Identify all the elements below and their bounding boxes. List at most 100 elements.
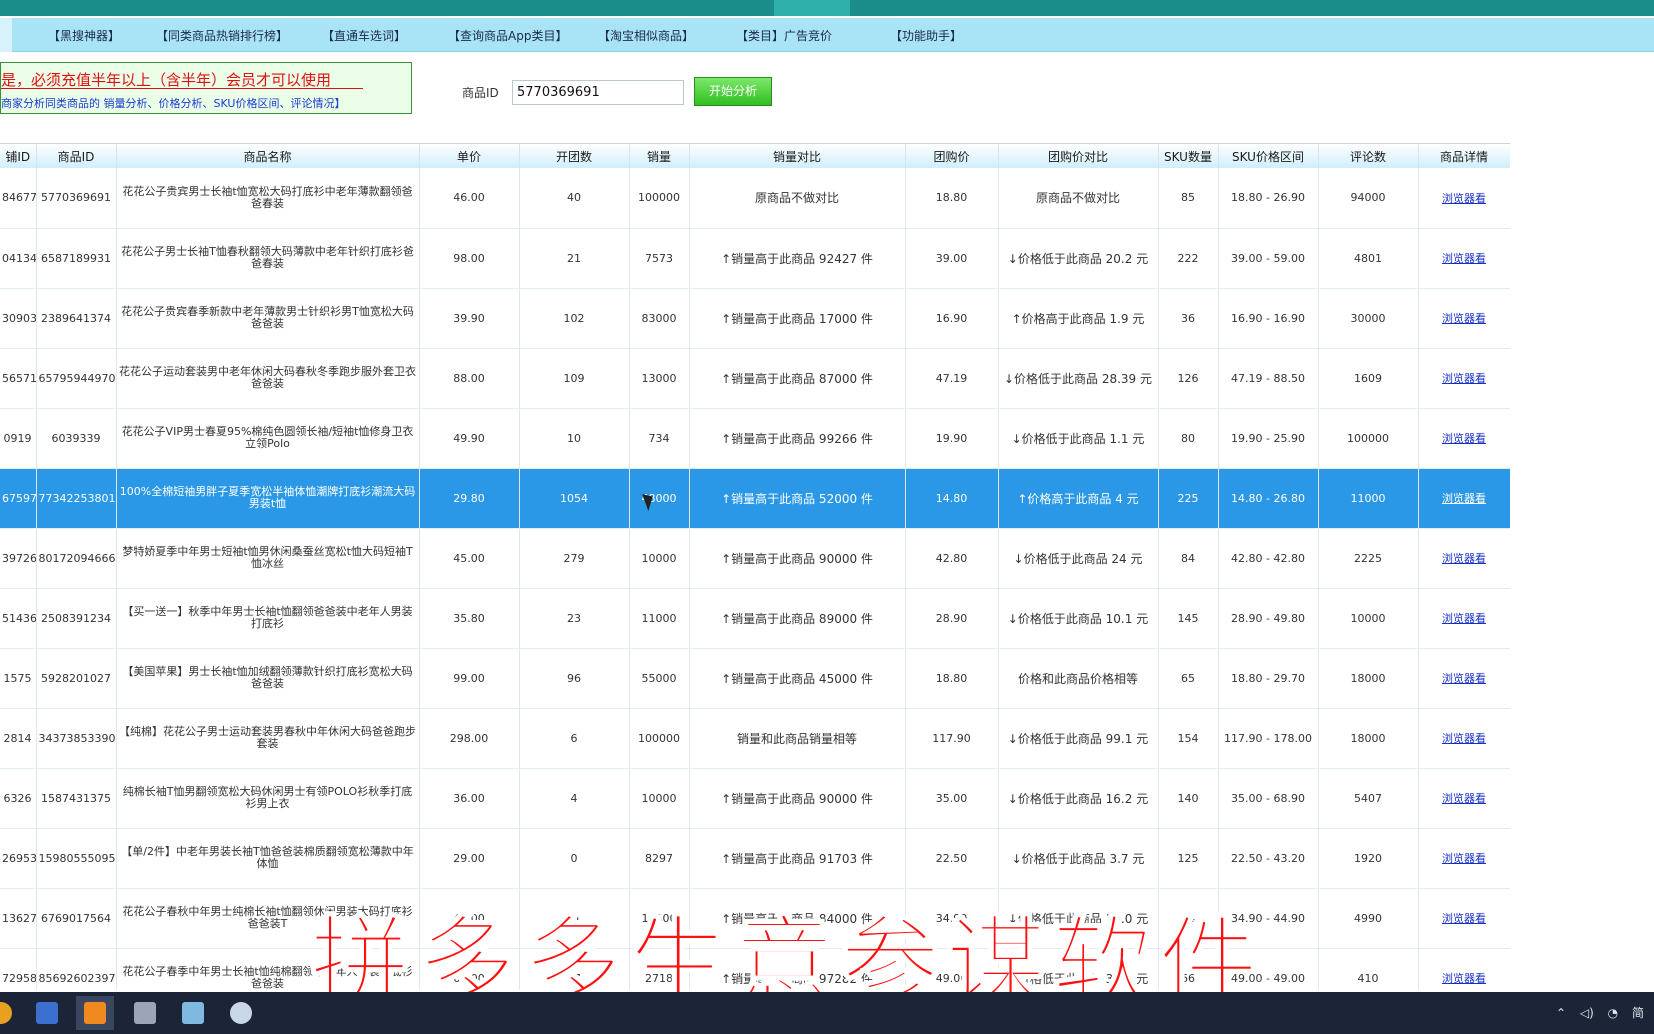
cell-sales-compare: ↑销量高于此商品 45000 件 bbox=[689, 648, 906, 709]
save-icon[interactable] bbox=[126, 996, 164, 1030]
cell-sales-compare: ↑销量高于此商品 91703 件 bbox=[689, 828, 906, 889]
nav-item-helper[interactable]: 【功能助手】 bbox=[890, 27, 962, 44]
browser-view-link[interactable]: 浏览器看 bbox=[1442, 552, 1486, 565]
table-row[interactable]: 51436 2508391234 【买一送一】秋季中年男士长袖t恤翻领爸爸装中老年人… bbox=[0, 588, 1510, 649]
function-nav-bar: 【黑搜神器】 【同类商品热销排行榜】 【直通车选词】 【查询商品App类目】 【… bbox=[0, 18, 1654, 52]
table-row[interactable]: 30903 2389641374 花花公子贵宾春季新款中老年薄款男士针织衫男T恤宽松… bbox=[0, 288, 1510, 349]
product-id-input[interactable] bbox=[512, 80, 684, 105]
col-header-sales[interactable]: 销量 bbox=[629, 144, 690, 168]
cell-sales: 8297 bbox=[629, 828, 690, 889]
notice-line-2: 商家分析同类商品的 销量分析、价格分析、SKU价格区间、评论情况】 bbox=[1, 97, 346, 110]
cell-sku-range: 18.80 - 29.70 bbox=[1218, 648, 1319, 709]
browser-view-link[interactable]: 浏览器看 bbox=[1442, 792, 1486, 805]
cell-product-name: 花花公子男士长袖T恤春秋翻领大码薄款中老年针织打底衫爸爸春装 bbox=[116, 228, 420, 289]
table-row[interactable]: 1575 5928201027 【美国苹果】男士长袖t恤加绒翻领薄款针织打底衫宽松大… bbox=[0, 648, 1510, 709]
nav-item-keyword-select[interactable]: 【直通车选词】 bbox=[322, 27, 406, 44]
cell-group-count: 6 bbox=[519, 708, 630, 769]
col-header-sku-count[interactable]: SKU数量 bbox=[1158, 144, 1219, 168]
cell-shop-id: 26953 bbox=[0, 828, 37, 889]
nav-item-black-search[interactable]: 【黑搜神器】 bbox=[48, 27, 120, 44]
cell-group-price: 18.80 bbox=[905, 168, 999, 229]
cell-sales: 734 bbox=[629, 408, 690, 469]
col-header-group-price[interactable]: 团购价 bbox=[905, 144, 999, 168]
cell-price-compare: ↓价格低于此商品 99.1 元 bbox=[998, 708, 1159, 769]
tray-ime-indicator[interactable]: 简 bbox=[1632, 1006, 1644, 1020]
tray-chevron-up-icon[interactable]: ⌃ bbox=[1556, 1006, 1566, 1020]
start-analysis-button[interactable]: 开始分析 bbox=[694, 77, 772, 106]
table-row[interactable]: 67597177342253801100%全棉短袖男胖子夏季宽松半袖体恤潮牌打底… bbox=[0, 468, 1510, 529]
table-row[interactable]: 0919 6039339 花花公子VIP男士春夏95%棉纯色圆领长袖/短袖t恤修身卫… bbox=[0, 408, 1510, 469]
table-row[interactable]: 0413476587189931花花公子男士长袖T恤春秋翻领大码薄款中老年针织打… bbox=[0, 228, 1510, 289]
cell-unit-price: 35.80 bbox=[419, 588, 520, 649]
cell-group-count: 109 bbox=[519, 348, 630, 409]
browser-view-link[interactable]: 浏览器看 bbox=[1442, 492, 1486, 505]
table-row[interactable]: 6326 1587431375 纯棉长袖T恤男翻领宽松大码休闲男士有领POLO衫秋季… bbox=[0, 768, 1510, 829]
paint-icon[interactable] bbox=[222, 996, 260, 1030]
app-orange-icon[interactable] bbox=[76, 996, 114, 1030]
col-header-group-count[interactable]: 开团数 bbox=[519, 144, 630, 168]
word-icon[interactable] bbox=[28, 996, 66, 1030]
cell-sales-compare: 销量和此商品销量相等 bbox=[689, 708, 906, 769]
browser-view-link[interactable]: 浏览器看 bbox=[1442, 192, 1486, 205]
cell-shop-id: 51436 bbox=[0, 588, 37, 649]
col-header-price-compare[interactable]: 团购价对比 bbox=[998, 144, 1159, 168]
cell-sku-count: 36 bbox=[1158, 288, 1219, 349]
browser-view-link[interactable]: 浏览器看 bbox=[1442, 432, 1486, 445]
nav-item-hot-ranking[interactable]: 【同类商品热销排行榜】 bbox=[156, 27, 288, 44]
active-top-tab[interactable] bbox=[774, 0, 850, 16]
cell-sku-count: 80 bbox=[1158, 408, 1219, 469]
tray-volume-icon[interactable]: ◁) bbox=[1580, 1006, 1594, 1020]
cell-unit-price: 39.90 bbox=[419, 288, 520, 349]
notepad-icon[interactable] bbox=[174, 996, 212, 1030]
cell-sales-compare: ↑销量高于此商品 89000 件 bbox=[689, 588, 906, 649]
browser-view-link[interactable]: 浏览器看 bbox=[1442, 312, 1486, 325]
browser-view-link[interactable]: 浏览器看 bbox=[1442, 672, 1486, 685]
col-header-shop-id[interactable]: 铺ID bbox=[0, 144, 37, 168]
tray-network-icon[interactable]: ◔ bbox=[1608, 1006, 1618, 1020]
col-header-sku-range[interactable]: SKU价格区间 bbox=[1218, 144, 1319, 168]
browser-view-link[interactable]: 浏览器看 bbox=[1442, 252, 1486, 265]
browser-view-link[interactable]: 浏览器看 bbox=[1442, 912, 1486, 925]
col-header-product-id[interactable]: 商品ID bbox=[36, 144, 117, 168]
table-row[interactable]: 26953 15980555095 【单/2件】中老年男装长袖T恤爸爸装棉质翻领宽松… bbox=[0, 828, 1510, 889]
table-row[interactable]: 84677 5770369691 花花公子贵宾男士长袖t恤宽松大码打底衫中老年薄款翻… bbox=[0, 168, 1510, 229]
col-header-details[interactable]: 商品详情 bbox=[1418, 144, 1510, 168]
col-header-unit-price[interactable]: 单价 bbox=[419, 144, 520, 168]
cell-product-name: 花花公子VIP男士春夏95%棉纯色圆领长袖/短袖t恤修身卫衣立领Polo bbox=[116, 408, 420, 469]
cell-product-name: 花花公子运动套装男中老年休闲大码春秋冬季跑步服外套卫衣爸爸装 bbox=[116, 348, 420, 409]
nav-item-category-bidding[interactable]: 【类目】广告竞价 bbox=[736, 27, 832, 44]
results-table-container: 铺ID 商品ID 商品名称 单价 开团数 销量 销量对比 团购价 团购价对比 S… bbox=[0, 143, 1510, 990]
table-row[interactable]: 2814 34373853390 【纯棉】花花公子男士运动套装男春秋中年休闲大码爸爸… bbox=[0, 708, 1510, 769]
cell-reviews: 1920 bbox=[1318, 828, 1419, 889]
browser-view-link[interactable]: 浏览器看 bbox=[1442, 612, 1486, 625]
cell-price-compare: ↓价格低于此商品 24 元 bbox=[998, 528, 1159, 589]
col-header-sales-compare[interactable]: 销量对比 bbox=[689, 144, 906, 168]
table-row[interactable]: 56571865795944970花花公子运动套装男中老年休闲大码春秋冬季跑步服… bbox=[0, 348, 1510, 409]
cell-price-compare: 价格和此商品价格相等 bbox=[998, 648, 1159, 709]
table-row[interactable]: 39726680172094666梦特娇夏季中年男士短袖t恤男休闲桑蚕丝宽松t恤… bbox=[0, 528, 1510, 589]
cell-group-count: 279 bbox=[519, 528, 630, 589]
cell-reviews: 1609 bbox=[1318, 348, 1419, 409]
cell-price-compare: ↓价格低于此商品 16.2 元 bbox=[998, 768, 1159, 829]
product-id-label: 商品ID bbox=[462, 86, 499, 100]
browser-view-link[interactable]: 浏览器看 bbox=[1442, 732, 1486, 745]
browser-view-link[interactable]: 浏览器看 bbox=[1442, 372, 1486, 385]
cell-reviews: 10000 bbox=[1318, 588, 1419, 649]
cell-group-count: 1054 bbox=[519, 468, 630, 529]
col-header-reviews[interactable]: 评论数 bbox=[1318, 144, 1419, 168]
nav-item-similar-products[interactable]: 【淘宝相似商品】 bbox=[598, 27, 694, 44]
browser-view-link[interactable]: 浏览器看 bbox=[1442, 972, 1486, 985]
cell-price-compare: ↓价格低于此商品 3.7 元 bbox=[998, 828, 1159, 889]
cell-product-name: 梦特娇夏季中年男士短袖t恤男休闲桑蚕丝宽松t恤大码短袖T恤冰丝 bbox=[116, 528, 420, 589]
cell-product-id: 6769017564 bbox=[36, 888, 117, 949]
cell-shop-id: 397266 bbox=[0, 528, 37, 589]
cell-sku-range: 42.80 - 42.80 bbox=[1218, 528, 1319, 589]
col-header-product-name[interactable]: 商品名称 bbox=[116, 144, 420, 168]
browser-view-link[interactable]: 浏览器看 bbox=[1442, 852, 1486, 865]
cell-sales-compare: ↑销量高于此商品 99266 件 bbox=[689, 408, 906, 469]
nav-item-app-category[interactable]: 【查询商品App类目】 bbox=[448, 27, 567, 44]
cell-price-compare: ↓价格低于此商品 10.1 元 bbox=[998, 588, 1159, 649]
cell-details: 浏览器看 bbox=[1418, 888, 1510, 949]
cell-price-compare: ↑价格高于此商品 1.9 元 bbox=[998, 288, 1159, 349]
cell-sales-compare: ↑销量高于此商品 52000 件 bbox=[689, 468, 906, 529]
